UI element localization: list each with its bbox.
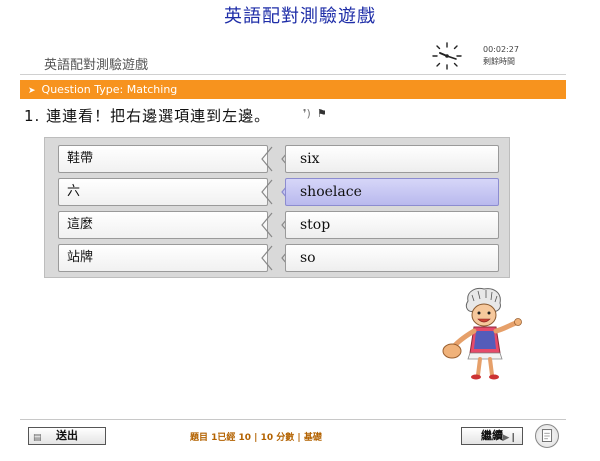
chevron-left-icon bbox=[261, 245, 273, 271]
quiz-subtitle: 英語配對測驗遊戲 bbox=[44, 58, 149, 73]
question-tools: ❜) ⚑ bbox=[303, 107, 333, 120]
footer-divider bbox=[20, 419, 566, 420]
matching-panel: 鞋帶 six 六 shoelace 這麼 stop 站牌 so bbox=[44, 137, 510, 278]
submit-button[interactable]: ▤ 送出 bbox=[28, 427, 106, 445]
submit-button-label: 送出 bbox=[56, 429, 78, 442]
list-icon: ▤ bbox=[33, 433, 42, 443]
flag-icon[interactable]: ⚑ bbox=[317, 107, 327, 120]
status-text: 題目 1已經 10 | 10 分數 | 基礎 bbox=[190, 433, 322, 443]
audio-icon[interactable]: ❜) bbox=[303, 107, 311, 120]
continue-button[interactable]: 繼續 ▶❙ bbox=[461, 427, 523, 445]
chevron-left-icon bbox=[261, 179, 273, 205]
chevron-left-icon bbox=[261, 212, 273, 238]
timer-value: 00:02:27 bbox=[483, 45, 519, 54]
right-item-six[interactable]: six bbox=[285, 145, 499, 173]
play-next-icon: ▶❙ bbox=[502, 433, 517, 443]
timer-label: 剩餘時間 bbox=[483, 57, 515, 66]
right-item-stop[interactable]: stop bbox=[285, 211, 499, 239]
document-icon[interactable] bbox=[535, 424, 559, 448]
question-type-label: Question Type: Matching bbox=[41, 83, 178, 96]
timer: 00:02:27 剩餘時間 bbox=[483, 44, 519, 68]
chevron-left-icon bbox=[261, 146, 273, 172]
header-divider bbox=[20, 74, 566, 75]
question-type-bar: ➤ Question Type: Matching bbox=[20, 80, 566, 99]
left-item-4: 站牌 bbox=[58, 244, 268, 272]
left-item-2: 六 bbox=[58, 178, 268, 206]
app-title: 英語配對測驗遊戲 bbox=[224, 6, 376, 27]
question-text: 1. 連連看！把右邊選項連到左邊。 bbox=[24, 107, 271, 125]
left-item-3: 這麼 bbox=[58, 211, 268, 239]
right-item-shoelace[interactable]: shoelace bbox=[285, 178, 499, 206]
continue-button-label: 繼續 bbox=[481, 429, 503, 442]
right-item-so[interactable]: so bbox=[285, 244, 499, 272]
cartoon-character-illustration bbox=[442, 288, 522, 380]
clock-icon bbox=[432, 42, 462, 70]
left-item-1: 鞋帶 bbox=[58, 145, 268, 173]
arrow-right-icon: ➤ bbox=[28, 86, 36, 96]
